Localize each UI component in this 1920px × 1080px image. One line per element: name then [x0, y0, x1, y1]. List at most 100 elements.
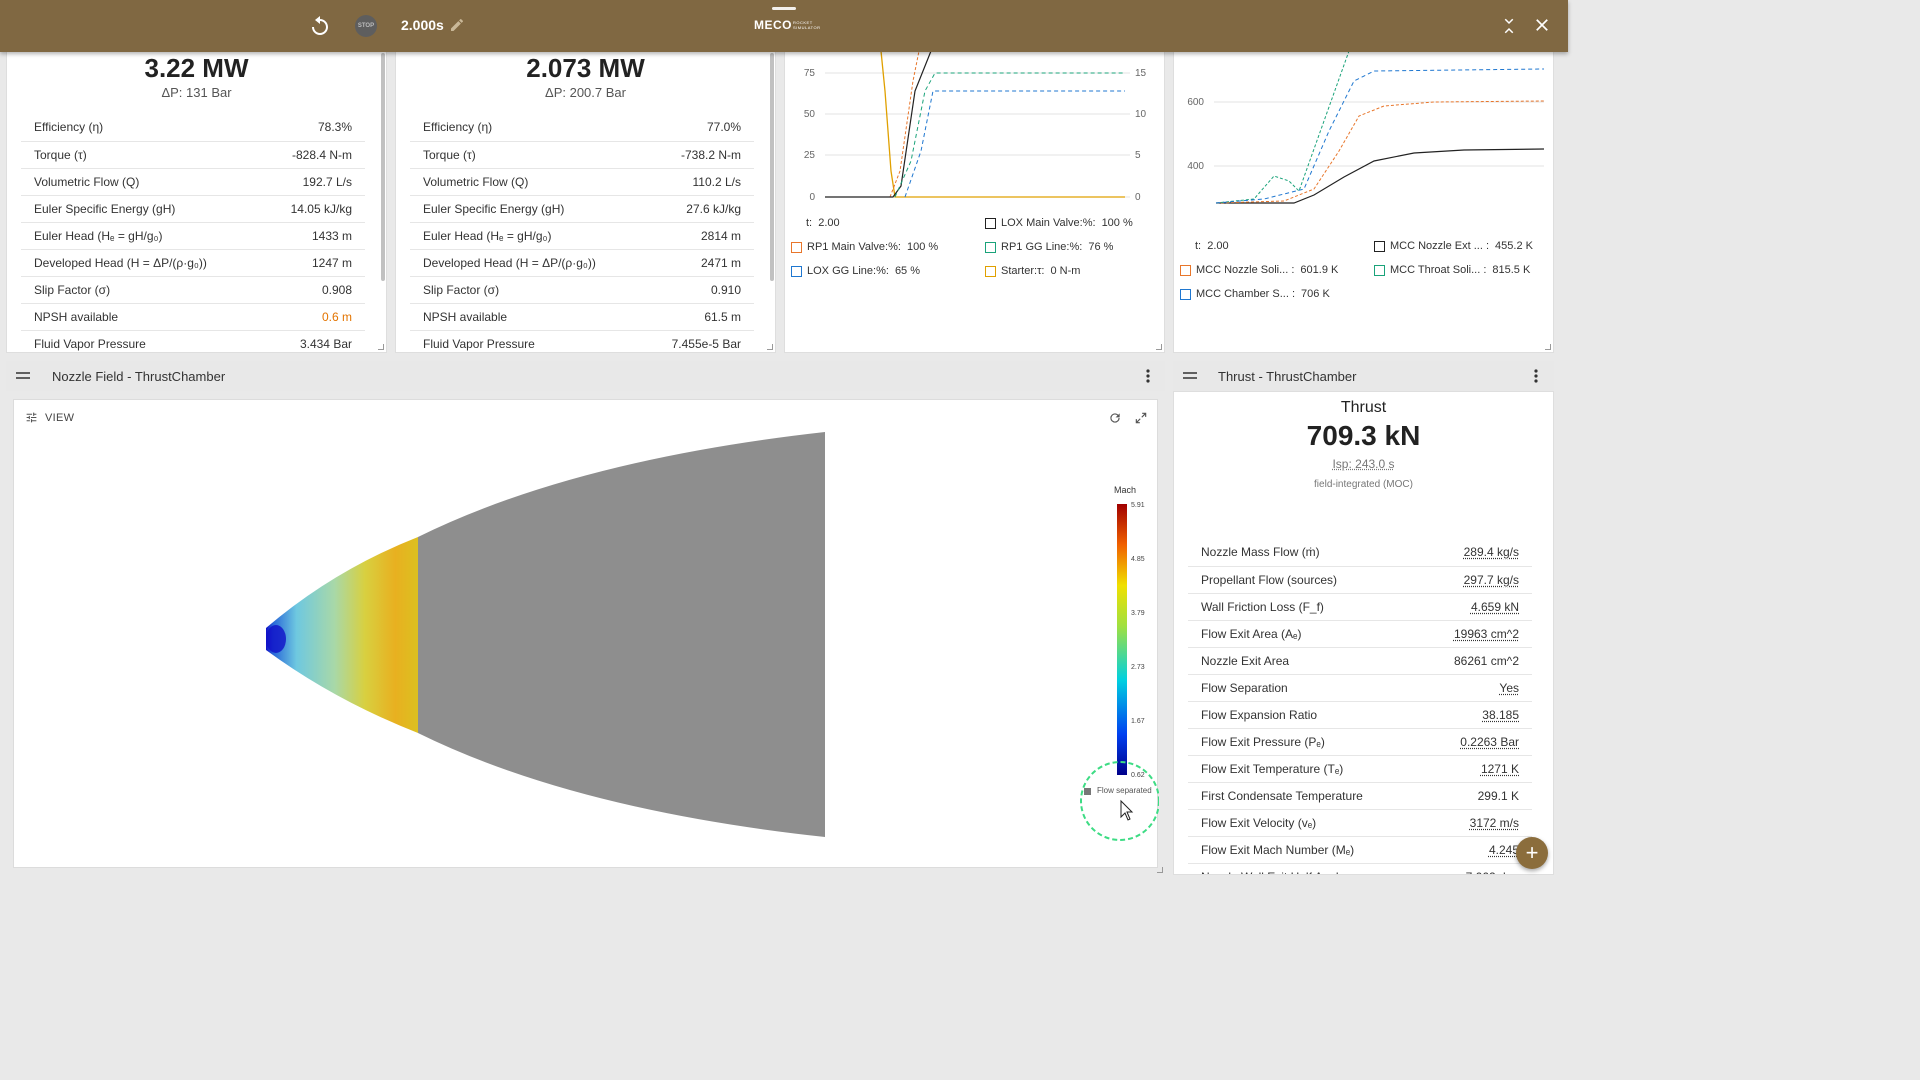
row-label: Wall Friction Loss (F_f) [1188, 593, 1420, 621]
legend-checkbox[interactable] [985, 241, 996, 253]
pump-panel-rp1: 3.22 MW ΔP: 131 Bar Efficiency (η) 78.3% T… [6, 20, 387, 353]
colorbar-tick: 3.79 [1131, 610, 1145, 617]
pencil-icon[interactable] [449, 17, 465, 33]
resize-handle[interactable] [1545, 344, 1551, 350]
legend-value: 455.2 K [1495, 240, 1533, 252]
row-label: Slip Factor (σ) [21, 276, 275, 304]
row-label: Nozzle Mass Flow (ṁ) [1188, 539, 1420, 567]
scrollbar[interactable] [770, 53, 774, 281]
row-value: 77.0% [657, 114, 754, 142]
temperature-chart: 600 400 [1187, 30, 1545, 204]
row-label: Torque (τ) [21, 141, 275, 169]
more-icon[interactable] [1533, 369, 1539, 383]
drag-handle[interactable] [772, 7, 796, 10]
legend-label: MCC Throat Soli... : [1390, 264, 1487, 276]
row-label: Slip Factor (σ) [410, 276, 658, 304]
y-axis-left-tick: 25 [804, 150, 816, 161]
colorbar-tick: 1.67 [1131, 718, 1145, 725]
close-icon[interactable] [1533, 16, 1551, 34]
thrust-panel: Thrust 709.3 kN Isp: 243.0 s field-integ… [1173, 391, 1554, 875]
row-label: Flow Exit Pressure (Pₑ) [1188, 728, 1420, 756]
pump-stats-table: Efficiency (η) 78.3% Torque (τ) -828.4 N-m V… [21, 114, 365, 352]
row-value: 2471 m [657, 249, 754, 277]
nozzle-field-canvas[interactable]: VIEW 5.91 4.85 3.79 2.73 1.67 0.62 Mach … [13, 399, 1159, 868]
legend-label: Starter:τ: [1001, 265, 1045, 277]
legend-item[interactable]: RP1 Main Valve:%: 100 % [791, 241, 938, 253]
legend-checkbox[interactable] [1374, 240, 1385, 252]
row-label: Propellant Flow (sources) [1188, 566, 1420, 594]
pump-power-value: 2.073 MW [526, 53, 645, 83]
resize-handle[interactable] [378, 344, 384, 350]
row-value: 192.7 L/s [274, 168, 365, 196]
more-icon[interactable] [1145, 369, 1151, 383]
legend-checkbox[interactable] [985, 217, 996, 229]
table-row: Nozzle Wall Exit Half Angle7.062 deg [1188, 863, 1532, 874]
row-label: Volumetric Flow (Q) [410, 168, 658, 196]
resize-handle[interactable] [1156, 344, 1162, 350]
row-value: 14.05 kJ/kg [274, 195, 365, 223]
legend-item[interactable]: LOX Main Valve:%: 100 % [985, 217, 1133, 229]
legend-checkbox[interactable] [791, 241, 802, 253]
series-mcc-chamber-solid [1215, 68, 1545, 204]
app-logo: MECO ROCKET SIMULATOR [754, 18, 820, 32]
table-row: Wall Friction Loss (F_f) 4.659 kN [1188, 593, 1532, 621]
row-value: 0.6 m [274, 303, 365, 331]
table-row: Volumetric Flow (Q) 192.7 L/s [21, 168, 365, 196]
legend-checkbox[interactable] [1180, 264, 1191, 276]
legend-value: 706 K [1301, 288, 1330, 300]
isp-value: Isp: 243.0 s [1332, 457, 1395, 471]
logo-text: MECO [754, 18, 792, 32]
legend-item[interactable]: MCC Chamber S... : 706 K [1180, 288, 1330, 300]
legend-item[interactable]: RP1 GG Line:%: 76 % [985, 241, 1113, 253]
drag-handle-icon[interactable] [1183, 370, 1197, 382]
row-label: Developed Head (H = ΔP/(ρ·g₀)) [21, 249, 275, 277]
row-value: 61.5 m [657, 303, 754, 331]
legend-item[interactable]: Starter:τ: 0 N-m [985, 265, 1080, 277]
scrollbar[interactable] [381, 53, 385, 281]
legend-checkbox[interactable] [791, 265, 802, 277]
chart-t-readout: t: 2.00 [806, 217, 840, 229]
pump-delta-p: ΔP: 200.7 Bar [545, 85, 626, 100]
legend-item[interactable]: MCC Nozzle Ext ... : 455.2 K [1374, 240, 1533, 252]
pump-power-value: 3.22 MW [144, 53, 249, 83]
legend-checkbox[interactable] [985, 265, 996, 277]
row-value: 297.7 kg/s [1419, 566, 1532, 594]
collapse-icon[interactable] [1500, 16, 1518, 36]
row-value: 27.6 kJ/kg [657, 195, 754, 223]
legend-item[interactable]: MCC Throat Soli... : 815.5 K [1374, 264, 1530, 276]
legend-checkbox[interactable] [1374, 264, 1385, 276]
table-row: Flow Expansion Ratio 38.185 [1188, 701, 1532, 729]
table-row: NPSH available 61.5 m [410, 303, 754, 331]
stop-button[interactable]: STOP [355, 15, 377, 37]
legend-item[interactable]: LOX GG Line:%: 65 % [791, 265, 920, 277]
legend-value: 0 N-m [1050, 265, 1081, 277]
reset-icon[interactable] [308, 14, 332, 38]
row-label: Euler Head (Hₑ = gH/g₀) [21, 222, 275, 250]
table-row: Propellant Flow (sources) 297.7 kg/s [1188, 566, 1532, 594]
sim-time: 2.000s [401, 17, 444, 33]
row-value: 86261 cm^2 [1419, 647, 1532, 675]
drag-handle-icon[interactable] [16, 370, 30, 382]
legend-value: 65 % [894, 265, 921, 277]
resize-handle[interactable] [767, 344, 773, 350]
row-value: 0.2263 Bar [1419, 728, 1532, 756]
legend-label: MCC Chamber S... : [1196, 288, 1296, 300]
row-label: Flow Expansion Ratio [1188, 701, 1420, 729]
colorbar-tick: 2.73 [1131, 664, 1145, 671]
add-panel-button[interactable]: + [1516, 837, 1548, 869]
row-label: Flow Separation [1188, 674, 1420, 702]
colorbar-tick: 5.91 [1131, 502, 1145, 509]
legend-checkbox[interactable] [1180, 288, 1191, 300]
legend-item[interactable]: MCC Nozzle Soli... : 601.9 K [1180, 264, 1338, 276]
row-value: 289.4 kg/s [1419, 539, 1532, 567]
row-label: Nozzle Exit Area [1188, 647, 1420, 675]
y-axis-tick: 600 [1187, 97, 1204, 108]
table-row: Efficiency (η) 78.3% [21, 114, 365, 142]
table-row: Flow Exit Mach Number (Mₑ) 4.245 [1188, 836, 1532, 864]
table-row: Developed Head (H = ΔP/(ρ·g₀)) 1247 m [21, 249, 365, 277]
table-row: Torque (τ) -738.2 N-m [410, 141, 754, 169]
resize-handle[interactable] [1157, 867, 1163, 873]
table-row: Nozzle Exit Area 86261 cm^2 [1188, 647, 1532, 675]
colorbar-title: Mach [1114, 485, 1137, 495]
row-value: 1433 m [274, 222, 365, 250]
